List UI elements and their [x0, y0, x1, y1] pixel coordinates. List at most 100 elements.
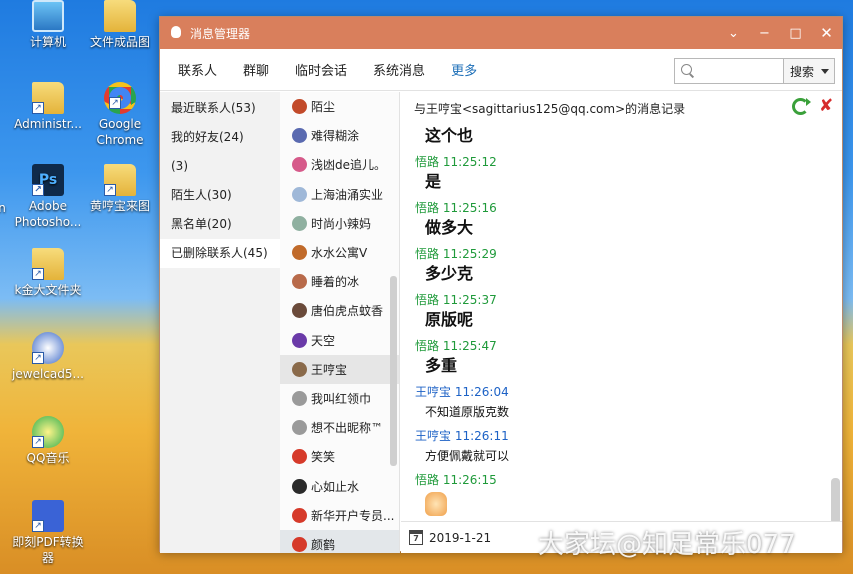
contact-item[interactable]: 浅凼de追儿。: [280, 150, 399, 179]
message-sender: 悟路: [415, 339, 440, 353]
pc-icon: [32, 0, 64, 32]
window-menu-button[interactable]: ⌄: [718, 17, 749, 49]
message-manager-window: 消息管理器 ⌄ − □ ✕ 联系人 群聊 临时会话 系统消息 更多 搜索 最近联…: [159, 16, 843, 553]
desktop-icon[interactable]: ↗ 即刻PDF转换器: [10, 500, 86, 566]
avatar: [292, 157, 307, 173]
contact-item[interactable]: 新华开户专员...: [280, 501, 399, 530]
shortcut-arrow-icon: ↗: [109, 97, 121, 109]
refresh-icon[interactable]: [792, 98, 811, 115]
desktop-icon[interactable]: ↗ Administr...: [10, 82, 86, 132]
ok-hand-emoji-icon: [425, 492, 447, 516]
tab-more[interactable]: 更多: [451, 60, 477, 79]
contact-item[interactable]: 水水公寓V: [280, 238, 399, 267]
avatar: [292, 128, 307, 144]
sidebar-item[interactable]: 我的好友(24): [160, 123, 280, 152]
desktop-icon-label: k金大文件夹: [14, 283, 82, 297]
message-meta: 悟路 11:25:29: [415, 246, 825, 262]
sidebar-item[interactable]: 最近联系人(53): [160, 94, 280, 123]
contact-item[interactable]: 笑笑: [280, 442, 399, 471]
contact-item[interactable]: 想不出昵称™: [280, 413, 399, 442]
sidebar-item[interactable]: 已删除联系人(45): [160, 239, 280, 268]
sidebar-item[interactable]: 陌生人(30): [160, 181, 280, 210]
minimize-button[interactable]: −: [749, 17, 780, 49]
avatar: [292, 390, 307, 406]
desktop-icon-label: 计算机: [29, 35, 66, 49]
sidebar-item[interactable]: 黑名单(20): [160, 210, 280, 239]
footer-date: 2019-1-21: [429, 530, 492, 545]
contact-list-scrollbar[interactable]: [390, 276, 397, 466]
contact-item[interactable]: 王哼宝: [280, 354, 399, 384]
contact-item[interactable]: 睡着的冰: [280, 267, 399, 296]
message-list: 这个也 悟路 11:25:12 是悟路 11:25:16 做多大 悟路 11:25:29…: [415, 124, 825, 516]
message-history-title: 与王哼宝<sagittarius125@qq.com>的消息记录: [414, 102, 686, 116]
desktop-icon-label: QQ音乐: [26, 451, 70, 465]
shortcut-arrow-icon: ↗: [32, 352, 44, 364]
message-meta: 悟路 11:26:15: [415, 472, 825, 488]
search-input[interactable]: [699, 62, 779, 80]
contact-item[interactable]: 颜鹤: [280, 529, 399, 553]
avatar: [292, 478, 307, 494]
contact-name: 王哼宝: [311, 362, 348, 377]
desktop-icon[interactable]: ↗ 黄哼宝来图: [82, 164, 158, 214]
contact-name: 心如止水: [311, 479, 360, 494]
shortcut-arrow-icon: ↗: [32, 184, 44, 196]
message-sender: 悟路: [415, 155, 440, 169]
contact-item[interactable]: 难得糊涂: [280, 121, 399, 150]
tab-temp-sessions[interactable]: 临时会话: [295, 60, 347, 79]
search-button[interactable]: 搜索: [783, 58, 835, 84]
contact-item[interactable]: 陌尘: [280, 92, 399, 121]
contact-name: 我叫红领巾: [311, 391, 372, 406]
tab-system-messages[interactable]: 系统消息: [373, 60, 425, 79]
message-sender: 悟路: [415, 201, 440, 215]
calendar-icon[interactable]: 7: [409, 530, 423, 545]
chevron-down-icon[interactable]: [821, 69, 829, 74]
folder-icon: ↗: [32, 82, 64, 114]
contact-name: 陌尘: [311, 100, 336, 115]
folder-icon: [104, 0, 136, 32]
desktop-icon-label: Google Chrome: [96, 117, 144, 147]
contact-item[interactable]: 我叫红领巾: [280, 384, 399, 413]
message-time: 11:26:04: [454, 385, 509, 399]
qq-penguin-icon: [168, 25, 184, 41]
message-sender: 悟路: [415, 247, 440, 261]
qqm-icon: ↗: [32, 416, 64, 448]
contact-item[interactable]: 唐伯虎点蚊香: [280, 296, 399, 325]
desktop-icon[interactable]: ↗ QQ音乐: [10, 416, 86, 466]
message-text: 这个也: [425, 126, 474, 145]
message-text: 是: [425, 172, 442, 191]
message-sender: 悟路: [415, 473, 440, 487]
message-time: 11:26:15: [442, 473, 497, 487]
avatar: [292, 245, 307, 261]
sidebar-item[interactable]: (3): [160, 152, 280, 181]
message-scrollbar[interactable]: [831, 478, 840, 521]
desktop-icon-label: 即刻PDF转换器: [12, 535, 84, 565]
desktop-icon[interactable]: ↗ k金大文件夹: [10, 248, 86, 298]
contact-item[interactable]: 上海油涌实业: [280, 180, 399, 209]
window-title: 消息管理器: [190, 26, 251, 41]
titlebar[interactable]: 消息管理器 ⌄ − □ ✕: [160, 17, 842, 49]
maximize-button[interactable]: □: [780, 17, 811, 49]
desktop-icon[interactable]: 文件成品图: [82, 0, 158, 50]
contact-item[interactable]: 心如止水: [280, 471, 399, 500]
message-text: 多重: [425, 356, 458, 375]
desktop-icon[interactable]: ↗ jewelcad5...: [10, 332, 86, 382]
message-sender: 悟路: [415, 293, 440, 307]
desktop-icon[interactable]: Ps ↗ Adobe Photosho...: [10, 164, 86, 230]
contact-item[interactable]: 时尚小辣妈: [280, 209, 399, 238]
tab-group-chat[interactable]: 群聊: [243, 60, 269, 79]
message-time: 11:26:11: [454, 429, 509, 443]
desktop-icon[interactable]: 计算机: [10, 0, 86, 50]
close-button[interactable]: ✕: [811, 17, 842, 49]
ps-icon: Ps ↗: [32, 164, 64, 196]
avatar: [292, 536, 307, 552]
desktop-icon[interactable]: ↗ Google Chrome: [82, 82, 158, 148]
message-time: 11:25:16: [442, 201, 497, 215]
tab-contacts[interactable]: 联系人: [178, 60, 217, 79]
shortcut-arrow-icon: ↗: [32, 268, 44, 280]
shortcut-arrow-icon: ↗: [32, 520, 44, 532]
folder-icon: ↗: [104, 164, 136, 196]
delete-icon[interactable]: ✘: [819, 98, 835, 115]
message-time: 11:25:29: [442, 247, 497, 261]
contact-item[interactable]: 天空: [280, 326, 399, 355]
message-time: 11:25:47: [442, 339, 497, 353]
